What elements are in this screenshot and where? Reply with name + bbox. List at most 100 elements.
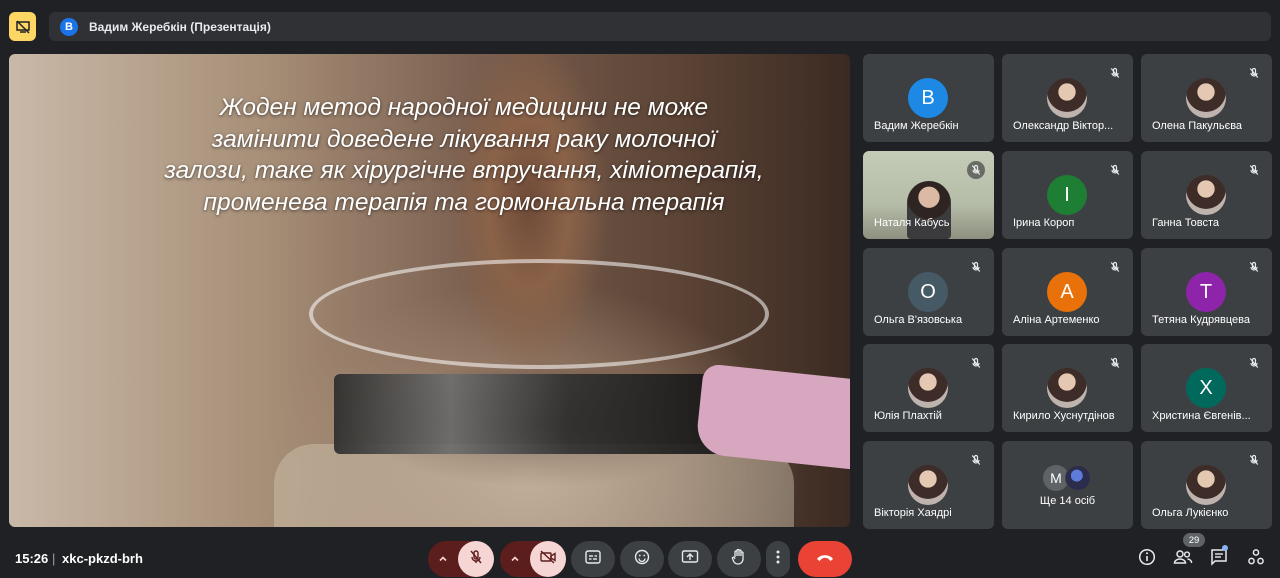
participant-tile[interactable]: Олена Пакульєва: [1141, 54, 1272, 142]
activities-icon: [1247, 548, 1265, 571]
captions-icon: [585, 549, 601, 569]
avatar: В: [908, 78, 948, 118]
avatar: [1186, 465, 1226, 505]
presenter-title: Вадим Жеребкін (Презентація): [89, 19, 271, 34]
more-options-button[interactable]: [766, 541, 790, 577]
presenter-avatar: В: [60, 17, 78, 36]
separator: |: [52, 551, 56, 566]
participant-tile[interactable]: М Ще 14 осіб: [1002, 441, 1133, 529]
participant-tile[interactable]: А Аліна Артеменко: [1002, 248, 1133, 336]
top-bar: В Вадим Жеребкін (Презентація): [0, 0, 1280, 54]
participant-name: Кирило Хуснутдінов: [1013, 410, 1115, 422]
mic-off-icon: [1106, 161, 1124, 179]
avatar: [908, 368, 948, 408]
participant-tile[interactable]: Х Христина Євгенів...: [1141, 344, 1272, 432]
info-icon: [1138, 548, 1156, 571]
mic-off-icon: [1245, 258, 1263, 276]
participant-tile[interactable]: Ганна Товста: [1141, 151, 1272, 239]
avatar: [1186, 78, 1226, 118]
camera-toggle-button[interactable]: [530, 541, 566, 577]
participant-video: [907, 181, 951, 239]
participant-name: Христина Євгенів...: [1152, 410, 1251, 422]
participant-name: Вікторія Хаядрі: [874, 507, 952, 519]
mic-off-icon: [1245, 451, 1263, 469]
slide-line: Жоден метод народної медицини не може: [219, 94, 709, 121]
participant-name: Ганна Товста: [1152, 217, 1220, 229]
avatar: А: [1047, 272, 1087, 312]
slide-line: променева терапія та гормональна терапія: [203, 188, 725, 216]
participant-tile[interactable]: О Ольга В'язовська: [863, 248, 994, 336]
mic-toggle-button[interactable]: [458, 541, 494, 577]
mic-options-button[interactable]: [428, 541, 458, 577]
chat-button[interactable]: [1205, 545, 1233, 573]
mic-off-icon: [1245, 64, 1263, 82]
participant-tile[interactable]: Олександр Віктор...: [1002, 54, 1133, 142]
avatar: [1047, 78, 1087, 118]
avatar: [1065, 465, 1091, 491]
camera-off-icon: [539, 549, 557, 570]
raise-hand-icon: [731, 548, 747, 571]
present-screen-icon: [681, 549, 699, 570]
participant-tile[interactable]: Т Тетяна Кудрявцева: [1141, 248, 1272, 336]
presenter-title-bar: В Вадим Жеребкін (Презентація): [49, 12, 1271, 41]
avatar: [1047, 368, 1087, 408]
bottom-bar: 15:26 | xkc-pkzd-brh: [0, 538, 1280, 578]
participant-name: Аліна Артеменко: [1013, 314, 1100, 326]
activities-button[interactable]: [1242, 545, 1270, 573]
mic-off-icon: [967, 258, 985, 276]
slide-text: Жоден метод народної медицини не може за…: [129, 92, 799, 218]
mic-control: [428, 541, 494, 577]
mic-off-icon: [1106, 258, 1124, 276]
camera-control: [500, 541, 566, 577]
participant-name: Юлія Плахтій: [874, 410, 942, 422]
participant-tile[interactable]: Кирило Хуснутдінов: [1002, 344, 1133, 432]
meeting-code: xkc-pkzd-brh: [62, 551, 143, 566]
participant-name: Олена Пакульєва: [1152, 120, 1243, 132]
more-participants-label: Ще 14 осіб: [1039, 495, 1096, 507]
participant-name: Вадим Жеребкін: [874, 120, 959, 132]
reactions-button[interactable]: [620, 541, 664, 577]
participant-name: Ірина Короп: [1013, 217, 1075, 229]
participant-tile[interactable]: Ольга Лукієнко: [1141, 441, 1272, 529]
raise-hand-button[interactable]: [717, 541, 761, 577]
avatar: [1186, 175, 1226, 215]
chat-notification-dot: [1222, 545, 1228, 551]
people-icon: [1173, 549, 1193, 570]
camera-options-button[interactable]: [500, 541, 530, 577]
participant-name: Олександр Віктор...: [1013, 120, 1114, 132]
more-participants-avatars: М: [1043, 465, 1093, 491]
participant-name: Тетяна Кудрявцева: [1152, 314, 1250, 326]
captions-button[interactable]: [571, 541, 615, 577]
mic-off-icon: [1245, 161, 1263, 179]
avatar: [908, 465, 948, 505]
emoji-icon: [634, 549, 650, 570]
participant-name: Наталя Кабусь: [874, 217, 950, 229]
participant-name: Ольга В'язовська: [874, 314, 963, 326]
participant-tile[interactable]: Вікторія Хаядрі: [863, 441, 994, 529]
participant-name: Ольга Лукієнко: [1152, 507, 1229, 519]
participant-tile[interactable]: Наталя Кабусь: [863, 151, 994, 239]
call-end-icon: [815, 550, 835, 568]
teapot-body-image: [274, 444, 794, 527]
participant-tile[interactable]: В Вадим Жеребкін: [863, 54, 994, 142]
more-vert-icon: [776, 550, 780, 569]
participant-tile[interactable]: Юлія Плахтій: [863, 344, 994, 432]
teapot-rim-image: [309, 259, 769, 369]
present-screen-button[interactable]: [668, 541, 712, 577]
presentation-stage: Жоден метод народної медицини не може за…: [9, 54, 850, 527]
participant-tile[interactable]: І Ірина Короп: [1002, 151, 1133, 239]
meeting-details-button[interactable]: [1133, 545, 1161, 573]
presentation-off-icon[interactable]: [9, 12, 36, 41]
leave-call-button[interactable]: [798, 541, 852, 577]
mic-off-icon: [1106, 64, 1124, 82]
clock: 15:26: [15, 551, 49, 566]
slide-line: замінити доведене лікування раку молочно…: [212, 125, 716, 153]
people-button[interactable]: [1169, 545, 1197, 573]
mic-off-icon: [1245, 354, 1263, 372]
mic-off-icon: [1106, 354, 1124, 372]
slide-line: залози, таке як хірургічне втручання, хі…: [164, 157, 764, 184]
avatar: Т: [1186, 272, 1226, 312]
mic-off-icon: [967, 354, 985, 372]
teapot-band-image: [334, 374, 724, 454]
mic-off-icon: [967, 161, 985, 179]
